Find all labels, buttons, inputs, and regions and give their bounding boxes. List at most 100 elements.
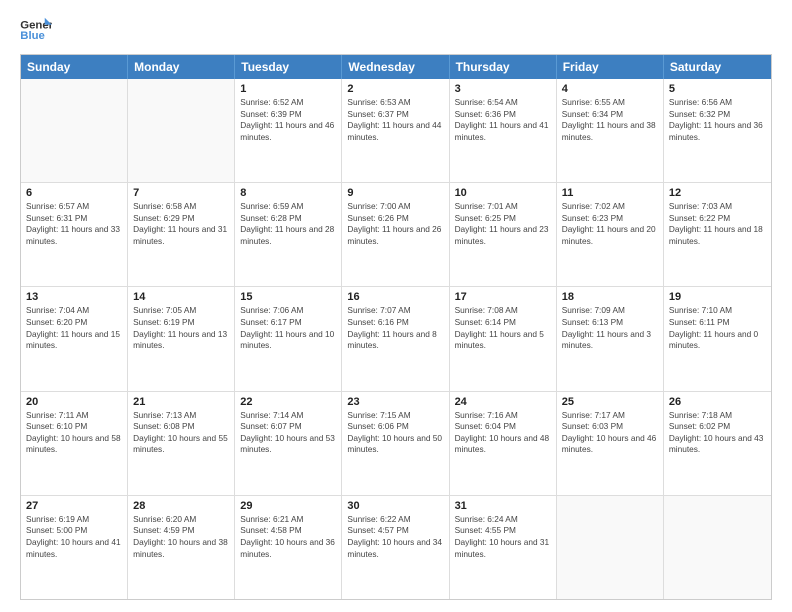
day-info: Sunrise: 7:15 AM Sunset: 6:06 PM Dayligh… [347,410,443,456]
day-info: Sunrise: 7:10 AM Sunset: 6:11 PM Dayligh… [669,305,766,351]
weekday-header: Monday [128,55,235,79]
day-info: Sunrise: 7:11 AM Sunset: 6:10 PM Dayligh… [26,410,122,456]
weekday-header: Friday [557,55,664,79]
calendar-cell: 29 Sunrise: 6:21 AM Sunset: 4:58 PM Dayli… [235,496,342,599]
day-number: 26 [669,396,766,408]
calendar-cell: 21 Sunrise: 7:13 AM Sunset: 6:08 PM Dayli… [128,392,235,495]
calendar-header: SundayMondayTuesdayWednesdayThursdayFrid… [21,55,771,79]
calendar-row: 20 Sunrise: 7:11 AM Sunset: 6:10 PM Dayli… [21,392,771,496]
calendar-cell: 20 Sunrise: 7:11 AM Sunset: 6:10 PM Dayli… [21,392,128,495]
day-number: 6 [26,187,122,199]
calendar-cell: 3Sunrise: 6:54 AM Sunset: 6:36 PM Daylig… [450,79,557,182]
day-info: Sunrise: 7:16 AM Sunset: 6:04 PM Dayligh… [455,410,551,456]
day-info: Sunrise: 7:05 AM Sunset: 6:19 PM Dayligh… [133,305,229,351]
calendar-cell: 15 Sunrise: 7:06 AM Sunset: 6:17 PM Dayli… [235,287,342,390]
calendar-cell: 24 Sunrise: 7:16 AM Sunset: 6:04 PM Dayli… [450,392,557,495]
weekday-header: Wednesday [342,55,449,79]
day-number: 21 [133,396,229,408]
day-number: 9 [347,187,443,199]
svg-text:Blue: Blue [20,30,45,42]
calendar-row: 13 Sunrise: 7:04 AM Sunset: 6:20 PM Dayli… [21,287,771,391]
day-info: Sunrise: 6:20 AM Sunset: 4:59 PM Dayligh… [133,514,229,560]
calendar-cell: 30 Sunrise: 6:22 AM Sunset: 4:57 PM Dayli… [342,496,449,599]
day-number: 14 [133,291,229,303]
day-number: 24 [455,396,551,408]
day-number: 19 [669,291,766,303]
day-info: Sunrise: 7:06 AM Sunset: 6:17 PM Dayligh… [240,305,336,351]
day-number: 1 [240,83,336,95]
day-info: Sunrise: 6:58 AM Sunset: 6:29 PM Dayligh… [133,201,229,247]
logo: General Blue [20,16,52,44]
calendar-cell: 6 Sunrise: 6:57 AM Sunset: 6:31 PM Daylig… [21,183,128,286]
day-info: Sunrise: 7:04 AM Sunset: 6:20 PM Dayligh… [26,305,122,351]
calendar-cell: 12Sunrise: 7:03 AM Sunset: 6:22 PM Dayli… [664,183,771,286]
calendar-cell: 28 Sunrise: 6:20 AM Sunset: 4:59 PM Dayli… [128,496,235,599]
calendar-cell: 26Sunrise: 7:18 AM Sunset: 6:02 PM Dayli… [664,392,771,495]
calendar-cell [557,496,664,599]
day-info: Sunrise: 7:01 AM Sunset: 6:25 PM Dayligh… [455,201,551,247]
calendar-cell: 7Sunrise: 6:58 AM Sunset: 6:29 PM Daylig… [128,183,235,286]
day-number: 3 [455,83,551,95]
day-number: 28 [133,500,229,512]
day-number: 18 [562,291,658,303]
day-number: 23 [347,396,443,408]
day-number: 31 [455,500,551,512]
calendar-cell: 16Sunrise: 7:07 AM Sunset: 6:16 PM Dayli… [342,287,449,390]
calendar-cell: 22Sunrise: 7:14 AM Sunset: 6:07 PM Dayli… [235,392,342,495]
day-number: 30 [347,500,443,512]
day-info: Sunrise: 6:56 AM Sunset: 6:32 PM Dayligh… [669,97,766,143]
day-info: Sunrise: 6:22 AM Sunset: 4:57 PM Dayligh… [347,514,443,560]
day-info: Sunrise: 6:55 AM Sunset: 6:34 PM Dayligh… [562,97,658,143]
day-info: Sunrise: 6:19 AM Sunset: 5:00 PM Dayligh… [26,514,122,560]
calendar-cell: 9Sunrise: 7:00 AM Sunset: 6:26 PM Daylig… [342,183,449,286]
day-number: 16 [347,291,443,303]
day-info: Sunrise: 7:02 AM Sunset: 6:23 PM Dayligh… [562,201,658,247]
calendar-cell: 17 Sunrise: 7:08 AM Sunset: 6:14 PM Dayli… [450,287,557,390]
calendar-cell [21,79,128,182]
calendar-cell: 18 Sunrise: 7:09 AM Sunset: 6:13 PM Dayli… [557,287,664,390]
day-info: Sunrise: 7:09 AM Sunset: 6:13 PM Dayligh… [562,305,658,351]
day-number: 29 [240,500,336,512]
calendar-cell: 10 Sunrise: 7:01 AM Sunset: 6:25 PM Dayli… [450,183,557,286]
weekday-header: Thursday [450,55,557,79]
day-info: Sunrise: 6:53 AM Sunset: 6:37 PM Dayligh… [347,97,443,143]
day-info: Sunrise: 6:21 AM Sunset: 4:58 PM Dayligh… [240,514,336,560]
calendar-row: 6 Sunrise: 6:57 AM Sunset: 6:31 PM Daylig… [21,183,771,287]
calendar-cell: 14 Sunrise: 7:05 AM Sunset: 6:19 PM Dayli… [128,287,235,390]
calendar-cell: 4 Sunrise: 6:55 AM Sunset: 6:34 PM Daylig… [557,79,664,182]
calendar-cell: 5 Sunrise: 6:56 AM Sunset: 6:32 PM Daylig… [664,79,771,182]
day-info: Sunrise: 6:24 AM Sunset: 4:55 PM Dayligh… [455,514,551,560]
page-header: General Blue [20,16,772,44]
day-number: 4 [562,83,658,95]
day-number: 13 [26,291,122,303]
calendar-cell [664,496,771,599]
calendar-cell: 11 Sunrise: 7:02 AM Sunset: 6:23 PM Dayli… [557,183,664,286]
calendar-cell: 19 Sunrise: 7:10 AM Sunset: 6:11 PM Dayli… [664,287,771,390]
day-number: 5 [669,83,766,95]
calendar-cell: 27Sunrise: 6:19 AM Sunset: 5:00 PM Dayli… [21,496,128,599]
day-number: 12 [669,187,766,199]
day-number: 17 [455,291,551,303]
calendar: SundayMondayTuesdayWednesdayThursdayFrid… [20,54,772,600]
day-number: 11 [562,187,658,199]
calendar-row: 27Sunrise: 6:19 AM Sunset: 5:00 PM Dayli… [21,496,771,599]
weekday-header: Saturday [664,55,771,79]
day-number: 10 [455,187,551,199]
day-info: Sunrise: 6:59 AM Sunset: 6:28 PM Dayligh… [240,201,336,247]
weekday-header: Tuesday [235,55,342,79]
day-number: 8 [240,187,336,199]
weekday-header: Sunday [21,55,128,79]
day-info: Sunrise: 7:08 AM Sunset: 6:14 PM Dayligh… [455,305,551,351]
calendar-row: 1 Sunrise: 6:52 AM Sunset: 6:39 PM Daylig… [21,79,771,183]
calendar-cell: 23 Sunrise: 7:15 AM Sunset: 6:06 PM Dayli… [342,392,449,495]
calendar-body: 1 Sunrise: 6:52 AM Sunset: 6:39 PM Daylig… [21,79,771,599]
calendar-cell: 31 Sunrise: 6:24 AM Sunset: 4:55 PM Dayli… [450,496,557,599]
day-info: Sunrise: 7:13 AM Sunset: 6:08 PM Dayligh… [133,410,229,456]
day-number: 15 [240,291,336,303]
calendar-cell [128,79,235,182]
day-info: Sunrise: 7:14 AM Sunset: 6:07 PM Dayligh… [240,410,336,456]
day-number: 20 [26,396,122,408]
day-info: Sunrise: 6:57 AM Sunset: 6:31 PM Dayligh… [26,201,122,247]
calendar-cell: 2Sunrise: 6:53 AM Sunset: 6:37 PM Daylig… [342,79,449,182]
day-info: Sunrise: 6:52 AM Sunset: 6:39 PM Dayligh… [240,97,336,143]
